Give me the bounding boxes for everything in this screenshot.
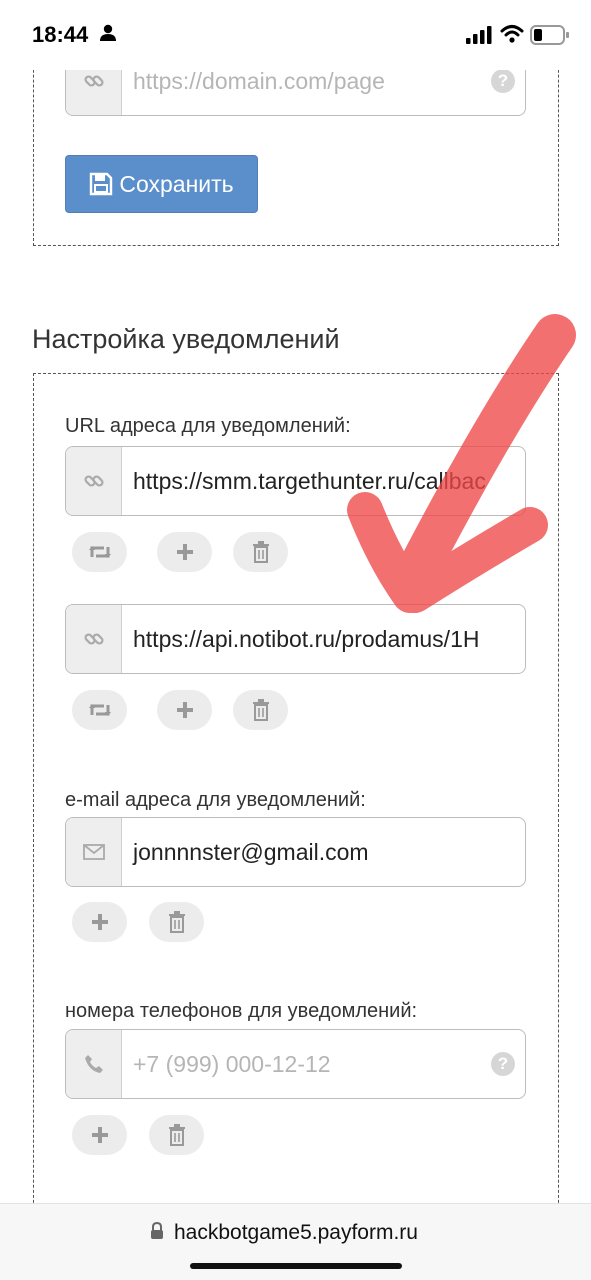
save-button[interactable]: Сохранить [65, 155, 258, 213]
wifi-icon [500, 25, 524, 43]
plus-icon[interactable] [72, 902, 127, 942]
trash-icon[interactable] [149, 1115, 204, 1155]
battery-icon [530, 25, 569, 45]
url-input-2[interactable]: https://api.notibot.ru/prodamus/1H [122, 605, 525, 673]
person-icon [100, 24, 116, 41]
url-input-1[interactable]: https://smm.targethunter.ru/callbac [122, 447, 525, 515]
trash-icon[interactable] [233, 690, 288, 730]
phone-input-group: +7 (999) 000-12-12 ? [65, 1029, 526, 1099]
help-icon[interactable]: ? [491, 69, 515, 93]
phone-icon [66, 1030, 122, 1098]
section-title: Настройка уведомлений [32, 324, 340, 354]
browser-address-bar[interactable]: hackbotgame5.payform.ru [0, 1203, 591, 1280]
browser-url: hackbotgame5.payform.ru [174, 1221, 418, 1244]
trash-icon[interactable] [149, 902, 204, 942]
floppy-disk-icon [90, 172, 113, 196]
email-input-group: jonnnnster@gmail.com [65, 817, 526, 887]
status-bar: 18:44 [0, 0, 591, 70]
url-label: URL адреса для уведомлений: [65, 415, 351, 437]
lock-icon [151, 1222, 163, 1239]
url-input-group-1: https://smm.targethunter.ru/callbac [65, 446, 526, 516]
link-icon [66, 605, 122, 673]
phone-label: номера телефонов для уведомлений: [65, 1000, 418, 1022]
retweet-icon[interactable] [72, 532, 127, 572]
plus-icon[interactable] [157, 690, 212, 730]
signal-icon [466, 26, 492, 44]
email-input[interactable]: jonnnnster@gmail.com [122, 818, 525, 886]
url-input-group-2: https://api.notibot.ru/prodamus/1H [65, 604, 526, 674]
retweet-icon[interactable] [72, 690, 127, 730]
home-indicator[interactable] [190, 1263, 402, 1269]
status-time: 18:44 [32, 22, 89, 47]
envelope-icon [66, 818, 122, 886]
phone-input[interactable]: +7 (999) 000-12-12 ? [122, 1030, 525, 1098]
trash-icon[interactable] [233, 532, 288, 572]
plus-icon[interactable] [72, 1115, 127, 1155]
link-icon [66, 447, 122, 515]
plus-icon[interactable] [157, 532, 212, 572]
help-icon[interactable]: ? [491, 1052, 515, 1076]
email-label: e-mail адреса для уведомлений: [65, 789, 366, 811]
